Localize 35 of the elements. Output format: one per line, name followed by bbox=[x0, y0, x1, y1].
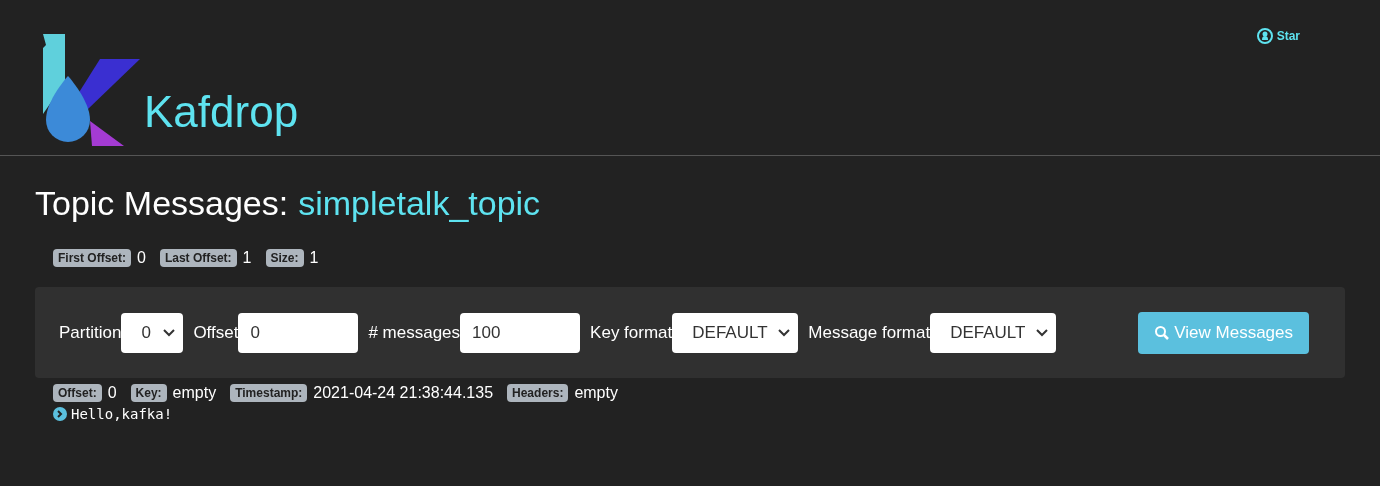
meta-value: 2021-04-24 21:38:44.135 bbox=[313, 384, 494, 402]
select-field[interactable]: DEFAULT bbox=[672, 312, 799, 353]
meta-value: empty bbox=[172, 384, 217, 402]
search-icon bbox=[1154, 324, 1171, 341]
meta-label: Timestamp: bbox=[230, 384, 308, 402]
topic-name: simpletalk_topic bbox=[298, 184, 541, 223]
page-title: Topic Messages: bbox=[35, 184, 289, 223]
dropdown-caret-icon bbox=[1036, 328, 1049, 337]
meta-value: empty bbox=[574, 384, 618, 402]
field-label: # messages bbox=[368, 322, 461, 343]
stat-value: 1 bbox=[242, 249, 252, 267]
brand-name: Kafdrop bbox=[144, 90, 299, 138]
input-field[interactable]: 0 bbox=[238, 312, 359, 353]
field-label: Key format bbox=[590, 322, 673, 343]
star-link[interactable]: Star bbox=[1256, 28, 1300, 44]
expand-icon[interactable] bbox=[53, 407, 67, 421]
stat-value: 1 bbox=[309, 249, 319, 267]
select-field[interactable]: DEFAULT bbox=[930, 312, 1057, 353]
meta-label: Key: bbox=[130, 384, 167, 402]
dropdown-caret-icon bbox=[778, 328, 791, 337]
field-label: Partition bbox=[59, 322, 122, 343]
stat-label: Size: bbox=[265, 249, 304, 267]
input-field[interactable]: 100 bbox=[460, 312, 581, 353]
stat-label: Last Offset: bbox=[159, 249, 237, 267]
meta-value: 0 bbox=[107, 384, 117, 402]
stat-value: 0 bbox=[137, 249, 146, 267]
stat-label: First Offset: bbox=[53, 249, 131, 267]
dropdown-caret-icon bbox=[163, 328, 176, 337]
meta-label: Headers: bbox=[507, 384, 569, 402]
message-body: Hello,kafka! bbox=[71, 406, 173, 422]
field-label: Message format bbox=[808, 322, 931, 343]
meta-label: Offset: bbox=[53, 384, 102, 402]
field-label: Offset bbox=[193, 322, 239, 343]
select-field[interactable]: 0 bbox=[121, 312, 184, 353]
logo-icon bbox=[40, 34, 140, 146]
